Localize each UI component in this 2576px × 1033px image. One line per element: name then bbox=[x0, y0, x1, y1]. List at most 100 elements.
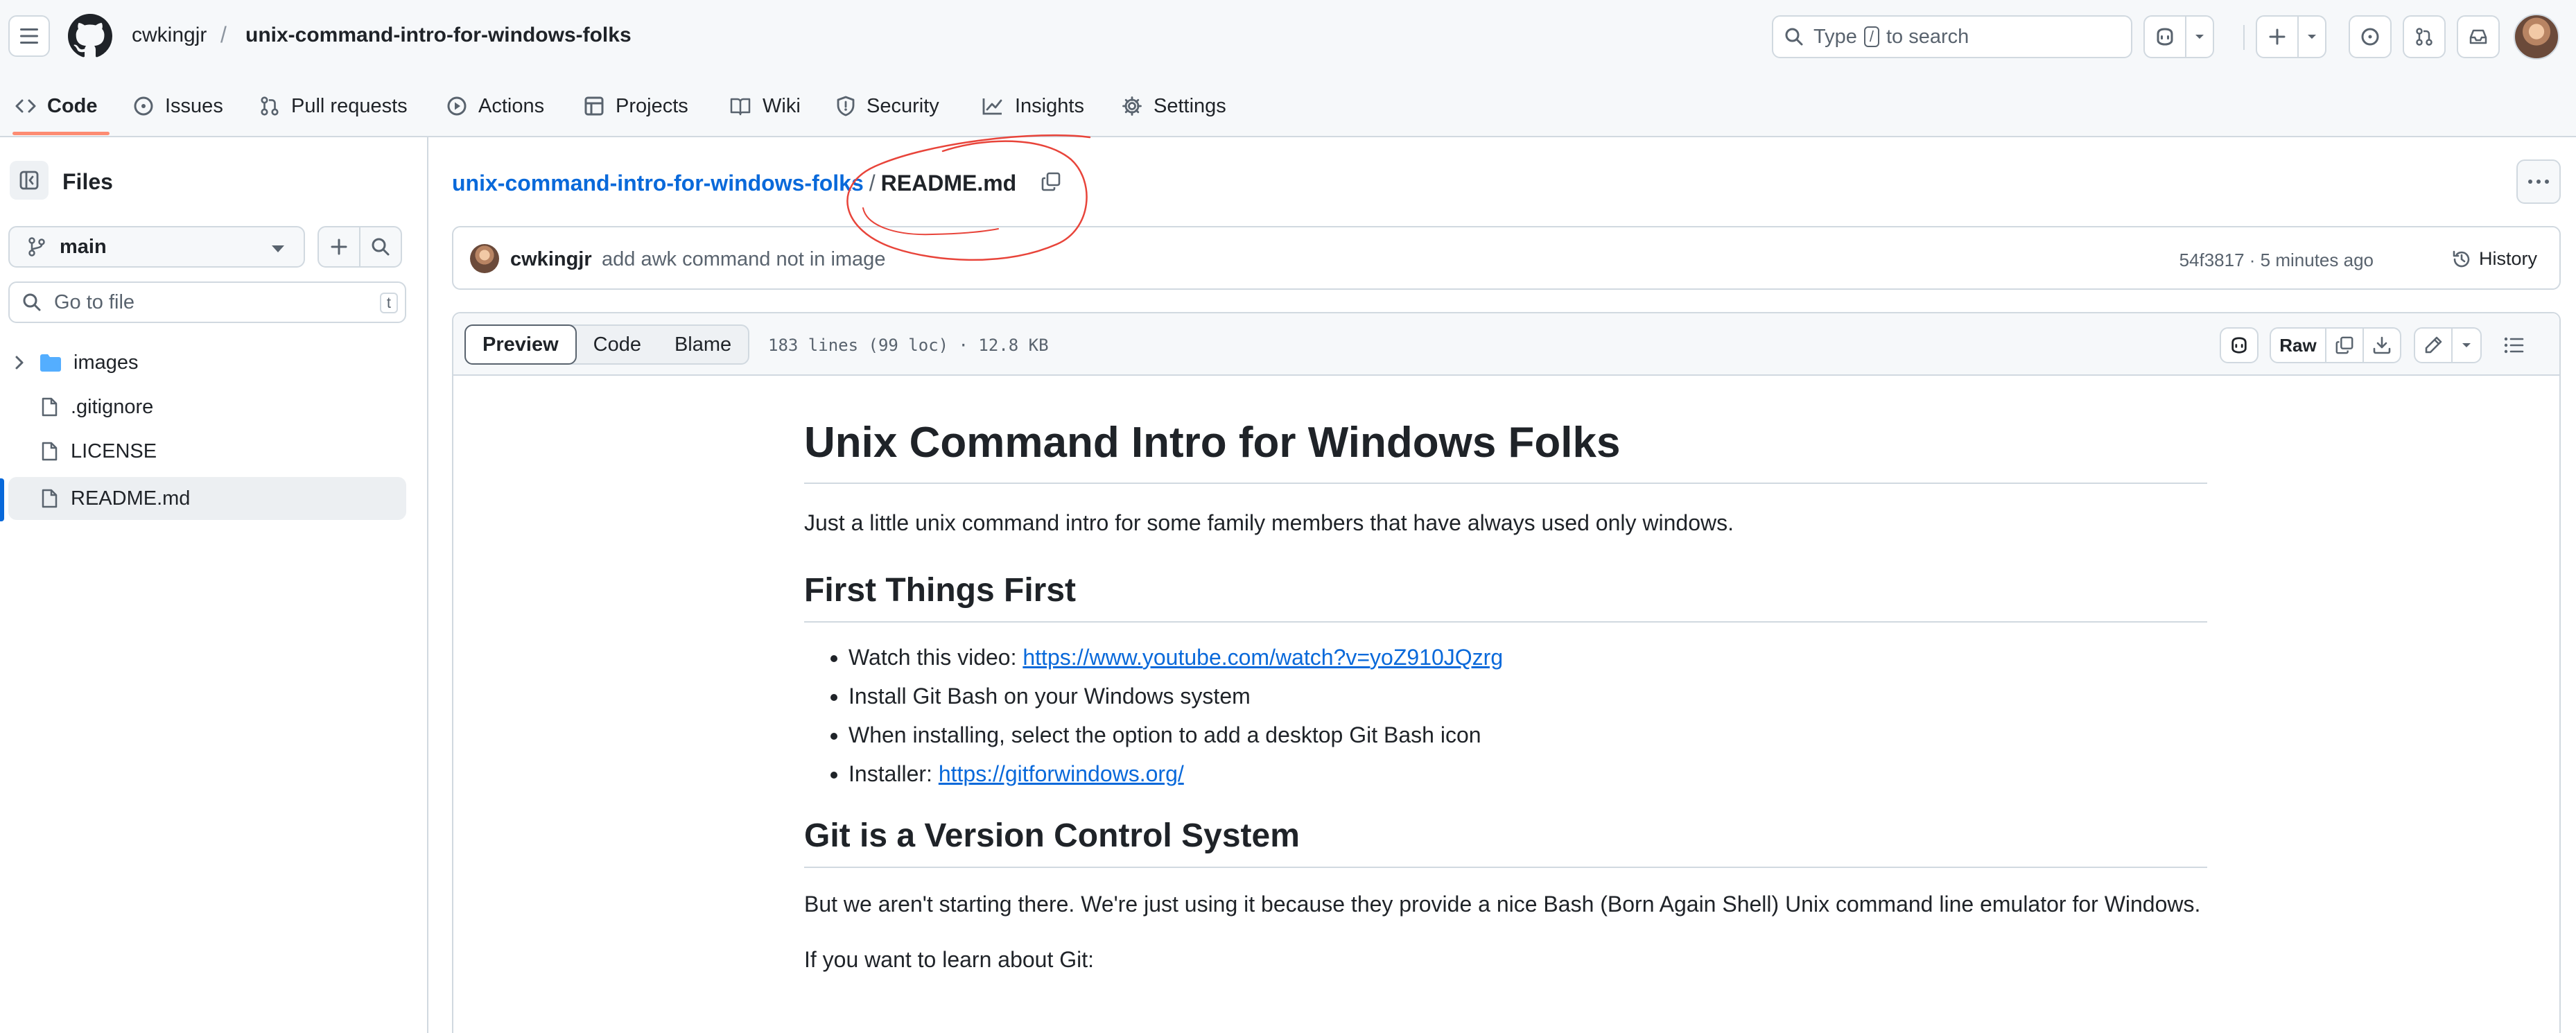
commit-author[interactable]: cwkingjr bbox=[510, 248, 592, 271]
pencil-icon bbox=[2425, 336, 2442, 354]
user-avatar[interactable] bbox=[2514, 14, 2559, 60]
tab-pull-requests-label: Pull requests bbox=[291, 94, 408, 117]
path-separator: / bbox=[869, 171, 876, 196]
file-icon bbox=[42, 442, 58, 461]
owner-link[interactable]: cwkingjr bbox=[132, 24, 207, 47]
tab-projects-label: Projects bbox=[616, 94, 688, 117]
readme-content: Unix Command Intro for Windows Folks Jus… bbox=[804, 416, 2207, 976]
search-input[interactable]: Type / to search bbox=[1772, 15, 2132, 58]
file-toolbar: Preview Code Blame 183 lines (99 loc) · … bbox=[453, 313, 2559, 376]
kebab-horizontal-icon bbox=[2528, 180, 2549, 184]
history-button[interactable]: History bbox=[2451, 248, 2537, 270]
tab-code-label: Code bbox=[47, 94, 98, 117]
list-item: Install Git Bash on your Windows system bbox=[848, 679, 2207, 713]
create-new-button[interactable] bbox=[2256, 15, 2299, 58]
readme-learn-git: If you want to learn about Git: bbox=[804, 946, 1095, 972]
tree-item-gitignore[interactable]: .gitignore bbox=[8, 385, 406, 428]
list-unordered-icon bbox=[2504, 337, 2524, 354]
more-options-button[interactable] bbox=[2516, 159, 2561, 204]
copy-icon bbox=[1041, 172, 1061, 191]
create-new-dropdown-button[interactable] bbox=[2297, 15, 2326, 58]
tab-security[interactable]: Security bbox=[836, 90, 939, 122]
add-file-button[interactable] bbox=[317, 226, 360, 268]
tree-item-readme[interactable]: README.md bbox=[8, 477, 406, 520]
tab-wiki[interactable]: Wiki bbox=[729, 90, 801, 122]
tree-item-label: .gitignore bbox=[71, 395, 154, 418]
tab-settings[interactable]: Settings bbox=[1122, 90, 1226, 122]
tab-actions-label: Actions bbox=[478, 94, 545, 117]
tab-issues[interactable]: Issues bbox=[133, 90, 223, 122]
inbox-button[interactable] bbox=[2457, 15, 2500, 58]
list-item: Installer: https://gitforwindows.org/ bbox=[848, 757, 2207, 790]
triangle-down-icon bbox=[2308, 35, 2316, 39]
tab-pull-requests[interactable]: Pull requests bbox=[259, 90, 408, 122]
copilot-button[interactable] bbox=[2143, 15, 2186, 58]
pull-requests-global-button[interactable] bbox=[2403, 15, 2446, 58]
path-repo-link[interactable]: unix-command-intro-for-windows-folks bbox=[452, 171, 864, 196]
file-path-breadcrumb: unix-command-intro-for-windows-folks / REA… bbox=[452, 171, 1016, 196]
readme-intro: Just a little unix command intro for som… bbox=[804, 510, 1734, 535]
readme-title: Unix Command Intro for Windows Folks bbox=[804, 416, 2207, 484]
github-logo-icon[interactable] bbox=[68, 14, 112, 58]
triangle-down-icon bbox=[272, 245, 284, 252]
tree-item-license[interactable]: LICENSE bbox=[8, 430, 406, 473]
commit-author-avatar[interactable] bbox=[470, 244, 499, 273]
inbox-icon bbox=[2469, 29, 2487, 44]
tree-item-images[interactable]: images bbox=[8, 341, 406, 384]
commit-meta[interactable]: 54f3817 · 5 minutes ago bbox=[2179, 250, 2374, 271]
path-file-name: README.md bbox=[880, 171, 1017, 196]
outline-button[interactable] bbox=[2494, 327, 2533, 363]
pull-request-icon bbox=[261, 96, 279, 116]
code-view-tab[interactable]: Code bbox=[577, 326, 658, 363]
go-to-file-input[interactable]: Go to file t bbox=[8, 281, 406, 323]
repo-link[interactable]: unix-command-intro-for-windows-folks bbox=[245, 24, 632, 47]
download-icon bbox=[2373, 336, 2391, 354]
tab-code[interactable]: Code bbox=[15, 90, 98, 122]
list-item-text: Installer: bbox=[848, 761, 939, 786]
copy-path-button[interactable] bbox=[1037, 168, 1065, 196]
copilot-file-button[interactable] bbox=[2220, 327, 2259, 363]
repo-nav: Code Issues Pull requests Actions Projec… bbox=[0, 75, 2576, 137]
selected-item-marker bbox=[0, 478, 4, 521]
git-for-windows-link[interactable]: https://gitforwindows.org/ bbox=[939, 761, 1184, 786]
raw-button[interactable]: Raw bbox=[2270, 327, 2326, 363]
shield-icon bbox=[837, 96, 855, 116]
sidebar-title: Files bbox=[62, 169, 113, 194]
search-icon bbox=[23, 293, 41, 311]
youtube-link[interactable]: https://www.youtube.com/watch?v=yoZ910JQ… bbox=[1022, 645, 1503, 670]
collapse-sidebar-button[interactable] bbox=[10, 161, 49, 200]
latest-commit-box: cwkingjr add awk command not in image 54… bbox=[452, 226, 2561, 290]
preview-tab[interactable]: Preview bbox=[464, 324, 577, 365]
edit-dropdown-button[interactable] bbox=[2451, 327, 2482, 363]
table-icon bbox=[584, 96, 604, 116]
hamburger-menu-button[interactable] bbox=[8, 15, 50, 57]
copy-raw-button[interactable] bbox=[2325, 327, 2364, 363]
issue-icon bbox=[134, 96, 153, 116]
first-things-list: Watch this video: https://www.youtube.co… bbox=[804, 641, 2207, 790]
history-label: History bbox=[2478, 248, 2537, 269]
tab-wiki-label: Wiki bbox=[763, 94, 801, 117]
branch-name: main bbox=[60, 235, 107, 258]
blame-tab[interactable]: Blame bbox=[658, 326, 748, 363]
list-item: When installing, select the option to ad… bbox=[848, 718, 2207, 752]
copilot-dropdown-button[interactable] bbox=[2185, 15, 2214, 58]
search-suffix: to search bbox=[1886, 25, 1969, 48]
book-icon bbox=[730, 98, 751, 116]
download-button[interactable] bbox=[2362, 327, 2401, 363]
tab-insights[interactable]: Insights bbox=[982, 90, 1084, 122]
commit-message[interactable]: add awk command not in image bbox=[602, 248, 885, 271]
issues-global-button[interactable] bbox=[2349, 15, 2392, 58]
history-icon bbox=[2453, 250, 2470, 267]
heading-first-things-first: First Things First bbox=[804, 570, 2207, 623]
file-info: 183 lines (99 loc) · 12.8 KB bbox=[768, 336, 1049, 355]
search-icon bbox=[372, 238, 390, 256]
header-divider bbox=[2243, 25, 2245, 50]
readme-git-paragraph: But we aren't starting there. We're just… bbox=[804, 891, 2201, 917]
search-files-button[interactable] bbox=[359, 226, 402, 268]
top-header: cwkingjr / unix-command-intro-for-window… bbox=[0, 0, 2576, 75]
branch-selector[interactable]: main bbox=[8, 226, 305, 268]
tab-actions[interactable]: Actions bbox=[446, 90, 544, 122]
edit-file-button[interactable] bbox=[2414, 327, 2453, 363]
file-icon bbox=[42, 397, 58, 417]
tab-projects[interactable]: Projects bbox=[584, 90, 688, 122]
